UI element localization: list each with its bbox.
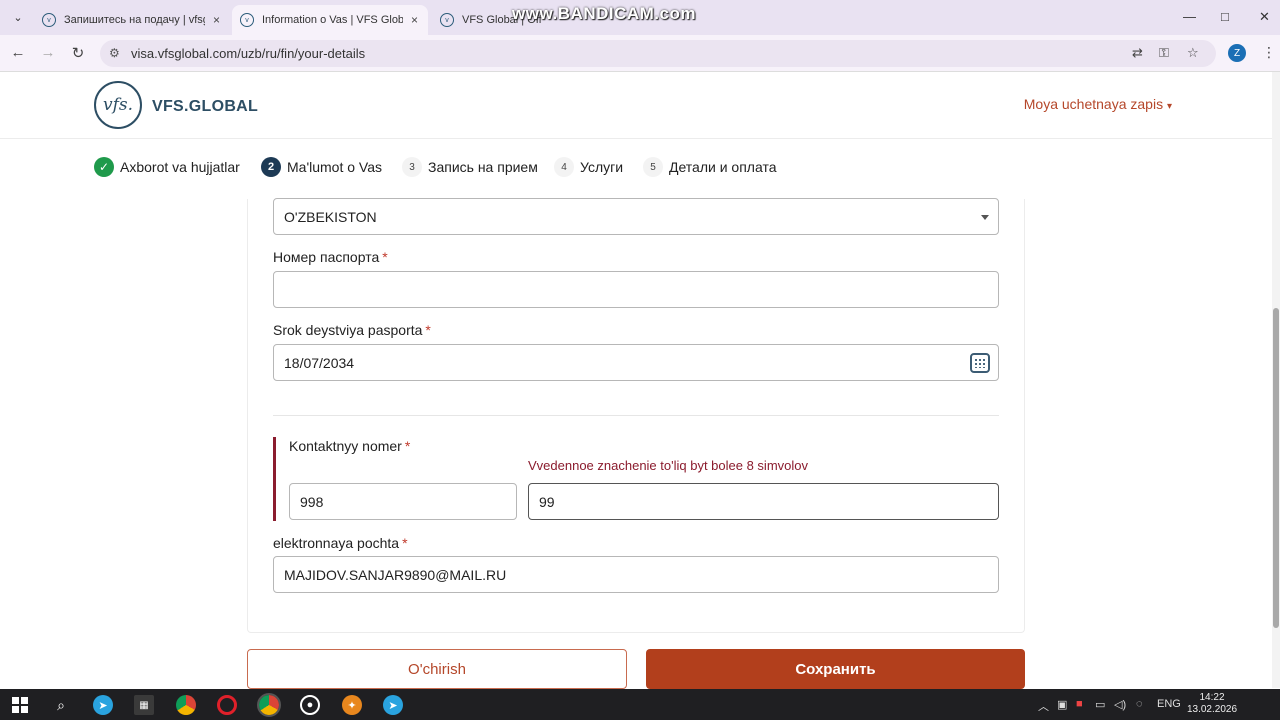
network-icon[interactable]: ▭ [1095, 698, 1105, 711]
step-label: Запись на прием [428, 159, 538, 175]
country-code-input[interactable]: 998 [289, 483, 517, 520]
site-header: vfs. VFS.GLOBAL Moya uchetnaya zapis ▾ [0, 72, 1272, 139]
tray-expand-icon[interactable]: ︿ [1038, 698, 1049, 714]
step-label: Ma'lumot o Vas [287, 159, 383, 175]
step-2: 2 Ma'lumot o Vas [261, 157, 382, 177]
telegram-icon[interactable]: ➤ [93, 695, 113, 715]
passport-number-field[interactable] [284, 281, 998, 298]
email-label: elektronnaya pochta * [273, 535, 408, 551]
email-input[interactable]: MAJIDOV.SANJAR9890@MAIL.RU [273, 556, 999, 593]
vfs-logo-text: VFS.GLOBAL [152, 98, 259, 115]
caret-down-icon: ▾ [1166, 101, 1172, 112]
clear-button[interactable]: O'chirish [247, 649, 627, 689]
step-number: 2 [261, 157, 281, 177]
windows-taskbar: ⌕ ➤ ▦ ● ✦ ➤ ︿ ▣ ■ ▭ ◁) ◌ ENG 14:22 13.02… [0, 689, 1280, 720]
system-clock[interactable]: 14:22 13.02.2026 [1186, 692, 1238, 716]
passport-number-label: Номер паспорта * [273, 249, 388, 265]
close-window-icon[interactable]: ✕ [1259, 9, 1270, 25]
chrome-profile-icon[interactable] [257, 693, 281, 717]
tab-search-chevron-icon[interactable]: ⌄ [6, 6, 30, 28]
save-button[interactable]: Сохранить [646, 649, 1025, 689]
calendar-icon[interactable] [970, 353, 990, 373]
search-icon[interactable]: ⌕ [51, 695, 71, 715]
email-value: MAJIDOV.SANJAR9890@MAIL.RU [284, 566, 507, 583]
tab-title: Information o Vas | VFS Global [262, 14, 403, 26]
nationality-value: O'ZBEKISTON [284, 208, 377, 225]
vfs-favicon-icon: v [42, 13, 56, 27]
vfs-favicon-icon: v [440, 13, 454, 27]
step-number: 3 [402, 157, 422, 177]
tab-close-icon[interactable]: × [411, 13, 418, 27]
check-icon: ✓ [94, 157, 114, 177]
passport-expiry-input[interactable]: 18/07/2034 [273, 344, 999, 381]
windows-start-icon[interactable] [10, 695, 30, 715]
step-5: 5 Детали и оплата [643, 157, 777, 177]
password-key-icon[interactable]: ⚿ [1159, 45, 1169, 61]
scrollbar-thumb[interactable] [1273, 308, 1279, 628]
back-arrow-icon[interactable]: ← [8, 44, 28, 61]
tab-title: Запишитесь на подачу | vfsglo [64, 14, 205, 26]
passport-number-input[interactable] [273, 271, 999, 308]
site-info-icon[interactable]: ⚙ [109, 46, 120, 60]
translate-icon[interactable]: ⇄ [1132, 45, 1143, 61]
minimize-icon[interactable]: — [1183, 9, 1196, 24]
phone-number-input[interactable]: 99 [528, 483, 999, 520]
tab-close-icon[interactable]: × [213, 13, 220, 27]
contact-number-error: Vvedennoe znachenie to'liq byt bolee 8 s… [528, 458, 808, 473]
clock-date: 13.02.2026 [1186, 704, 1238, 715]
progress-stepper: ✓ Axborot va hujjatlar 2 Ma'lumot o Vas … [0, 139, 1272, 199]
page-scrollbar[interactable] [1272, 72, 1280, 688]
calculator-icon[interactable]: ▦ [134, 695, 154, 715]
profile-avatar[interactable]: Z [1228, 44, 1246, 62]
account-menu-label: Moya uchetnaya zapis [1023, 96, 1164, 112]
step-label: Детали и оплата [669, 159, 777, 175]
step-4: 4 Услуги [554, 157, 623, 177]
country-code-value: 998 [300, 493, 324, 510]
step-label: Услуги [580, 159, 624, 175]
record-icon[interactable]: ● [300, 695, 320, 715]
volume-icon[interactable]: ◁) [1114, 698, 1126, 711]
error-indicator-bar [273, 437, 276, 521]
clock-time: 14:22 [1199, 692, 1225, 703]
browser-toolbar: ← → ↻ ⚙ visa.vfsglobal.com/uzb/ru/fin/yo… [0, 35, 1280, 72]
vfs-favicon-icon: v [240, 13, 254, 27]
wifi-icon[interactable]: ◌ [1136, 698, 1143, 710]
browser-tab-2-active[interactable]: v Information o Vas | VFS Global × [232, 5, 428, 35]
contact-number-label: Kontaktnyy nomer * [289, 438, 411, 454]
telegram-icon-2[interactable]: ➤ [383, 695, 403, 715]
vfs-logo[interactable]: vfs. [94, 81, 142, 129]
language-indicator[interactable]: ENG [1157, 698, 1181, 710]
recording-watermark: www.BANDICAM.com [512, 4, 696, 23]
step-number: 5 [643, 157, 663, 177]
step-label: Axborot va hujjatlar [120, 159, 240, 175]
account-menu[interactable]: Moya uchetnaya zapis ▾ [1024, 96, 1172, 112]
tray-antivirus-icon[interactable]: ■ [1076, 698, 1083, 710]
step-3: 3 Запись на прием [402, 157, 538, 177]
section-divider [273, 415, 999, 416]
reload-icon[interactable]: ↻ [68, 44, 88, 62]
step-1: ✓ Axborot va hujjatlar [94, 157, 240, 177]
url-text[interactable]: visa.vfsglobal.com/uzb/ru/fin/your-detai… [131, 46, 365, 61]
nationality-select[interactable]: O'ZBEKISTON [273, 198, 999, 235]
browser-tab-1[interactable]: v Запишитесь на подачу | vfsglo × [34, 5, 230, 35]
avast-icon[interactable]: ✦ [342, 695, 362, 715]
passport-expiry-label: Srok deystviya pasporta * [273, 322, 431, 338]
step-number: 4 [554, 157, 574, 177]
bookmark-star-icon[interactable]: ☆ [1187, 45, 1199, 61]
maximize-icon[interactable]: □ [1221, 9, 1229, 24]
opera-icon[interactable] [217, 695, 237, 715]
browser-tab-bar: ⌄ v Запишитесь на подачу | vfsglo × v In… [0, 0, 1280, 35]
address-bar[interactable]: ⚙ visa.vfsglobal.com/uzb/ru/fin/your-det… [100, 40, 1216, 67]
chrome-icon[interactable] [176, 695, 196, 715]
dropdown-caret-icon [981, 215, 989, 220]
phone-number-value: 99 [539, 493, 555, 510]
forward-arrow-icon[interactable]: → [38, 44, 58, 61]
tray-device-icon[interactable]: ▣ [1057, 698, 1067, 711]
passport-expiry-value: 18/07/2034 [284, 354, 355, 371]
browser-menu-icon[interactable]: ⋮ [1262, 44, 1276, 61]
